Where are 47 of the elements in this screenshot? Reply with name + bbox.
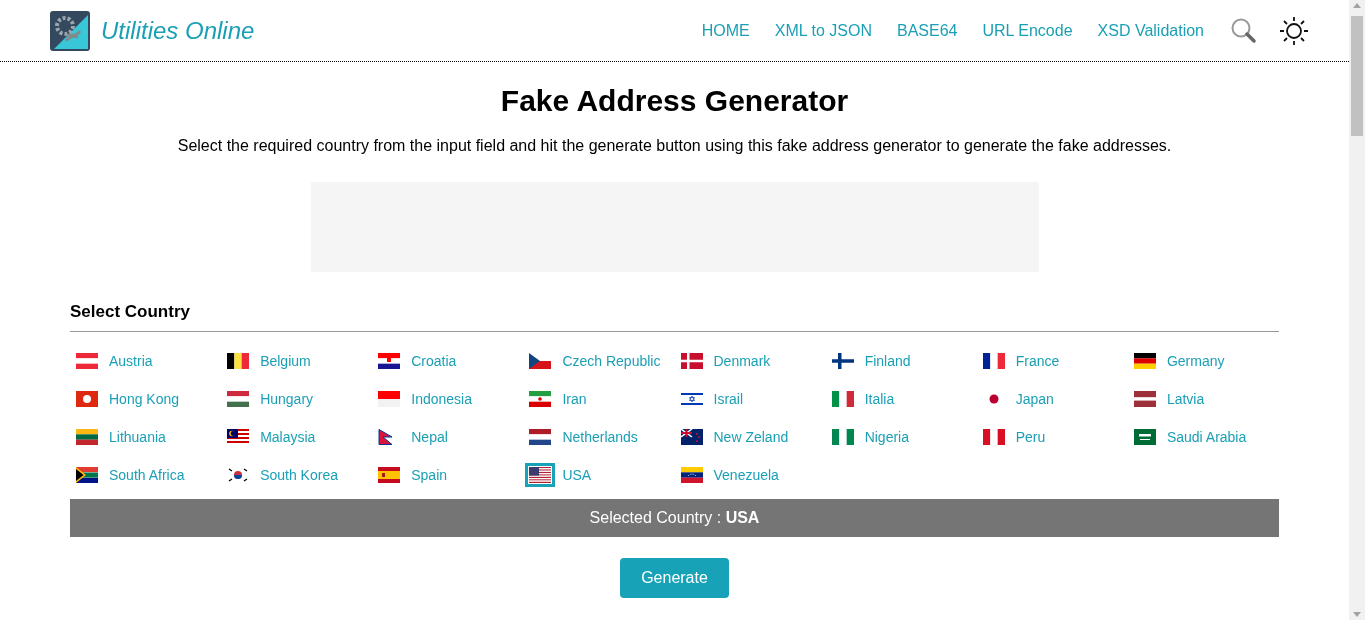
scrollbar[interactable] [1349,0,1365,620]
page-description: Select the required country from the input field and hit the generate button using this fake address generator to generate the fake addresses. [176,136,1173,156]
scroll-up-icon[interactable] [1353,3,1361,8]
site-logo-text[interactable]: Utilities Online [101,12,255,49]
country-link[interactable]: Saudi Arabia [1127,418,1279,456]
scroll-down-icon[interactable] [1353,612,1361,617]
country-link[interactable]: USA [523,456,675,494]
country-link[interactable]: Israil [674,380,826,418]
logo-icon[interactable] [50,10,90,51]
country-link[interactable]: Malaysia [221,418,373,456]
country-link[interactable]: Netherlands [523,418,675,456]
country-link[interactable]: Nepal [372,418,524,456]
country-link[interactable]: Peru [976,418,1128,456]
country-link[interactable]: South Korea [221,456,373,494]
selected-country-text: Selected Country : USA [589,508,760,528]
nav-link[interactable]: HOME [701,18,750,43]
country-link[interactable]: Belgium [221,342,373,380]
country-link[interactable]: Denmark [674,342,826,380]
nav-link[interactable]: URL Encode [982,18,1073,43]
country-link[interactable]: Iran [523,380,675,418]
search-icon[interactable] [1231,17,1257,44]
section-title: Select Country [70,302,191,322]
country-link[interactable]: Austria [70,342,222,380]
country-link[interactable]: Italia [825,380,977,418]
country-link[interactable]: Indonesia [372,380,524,418]
country-link[interactable]: Japan [976,380,1128,418]
country-link[interactable]: Hungary [221,380,373,418]
scrollbar-thumb[interactable] [1351,16,1363,136]
country-link[interactable]: France [976,342,1128,380]
country-link[interactable]: Hong Kong [70,380,222,418]
country-link[interactable]: Germany [1127,342,1279,380]
page-title: Fake Address Generator [499,83,850,119]
sun-icon[interactable] [1279,15,1309,46]
country-link[interactable]: Czech Republic [523,342,675,380]
country-link[interactable]: Latvia [1127,380,1279,418]
country-link[interactable]: Finland [825,342,977,380]
country-link[interactable]: Croatia [372,342,524,380]
nav-link[interactable]: XML to JSON [774,18,872,43]
country-link[interactable]: South Africa [70,456,222,494]
generate-button[interactable]: Generate [620,558,729,598]
country-link[interactable]: Venezuela [674,456,826,494]
nav-link[interactable]: XSD Validation [1097,18,1204,43]
nav-link[interactable]: BASE64 [896,18,958,43]
country-link[interactable]: Nigeria [825,418,977,456]
country-link[interactable]: Spain [372,456,524,494]
country-link[interactable]: New Zeland [674,418,826,456]
country-link[interactable]: Lithuania [70,418,222,456]
